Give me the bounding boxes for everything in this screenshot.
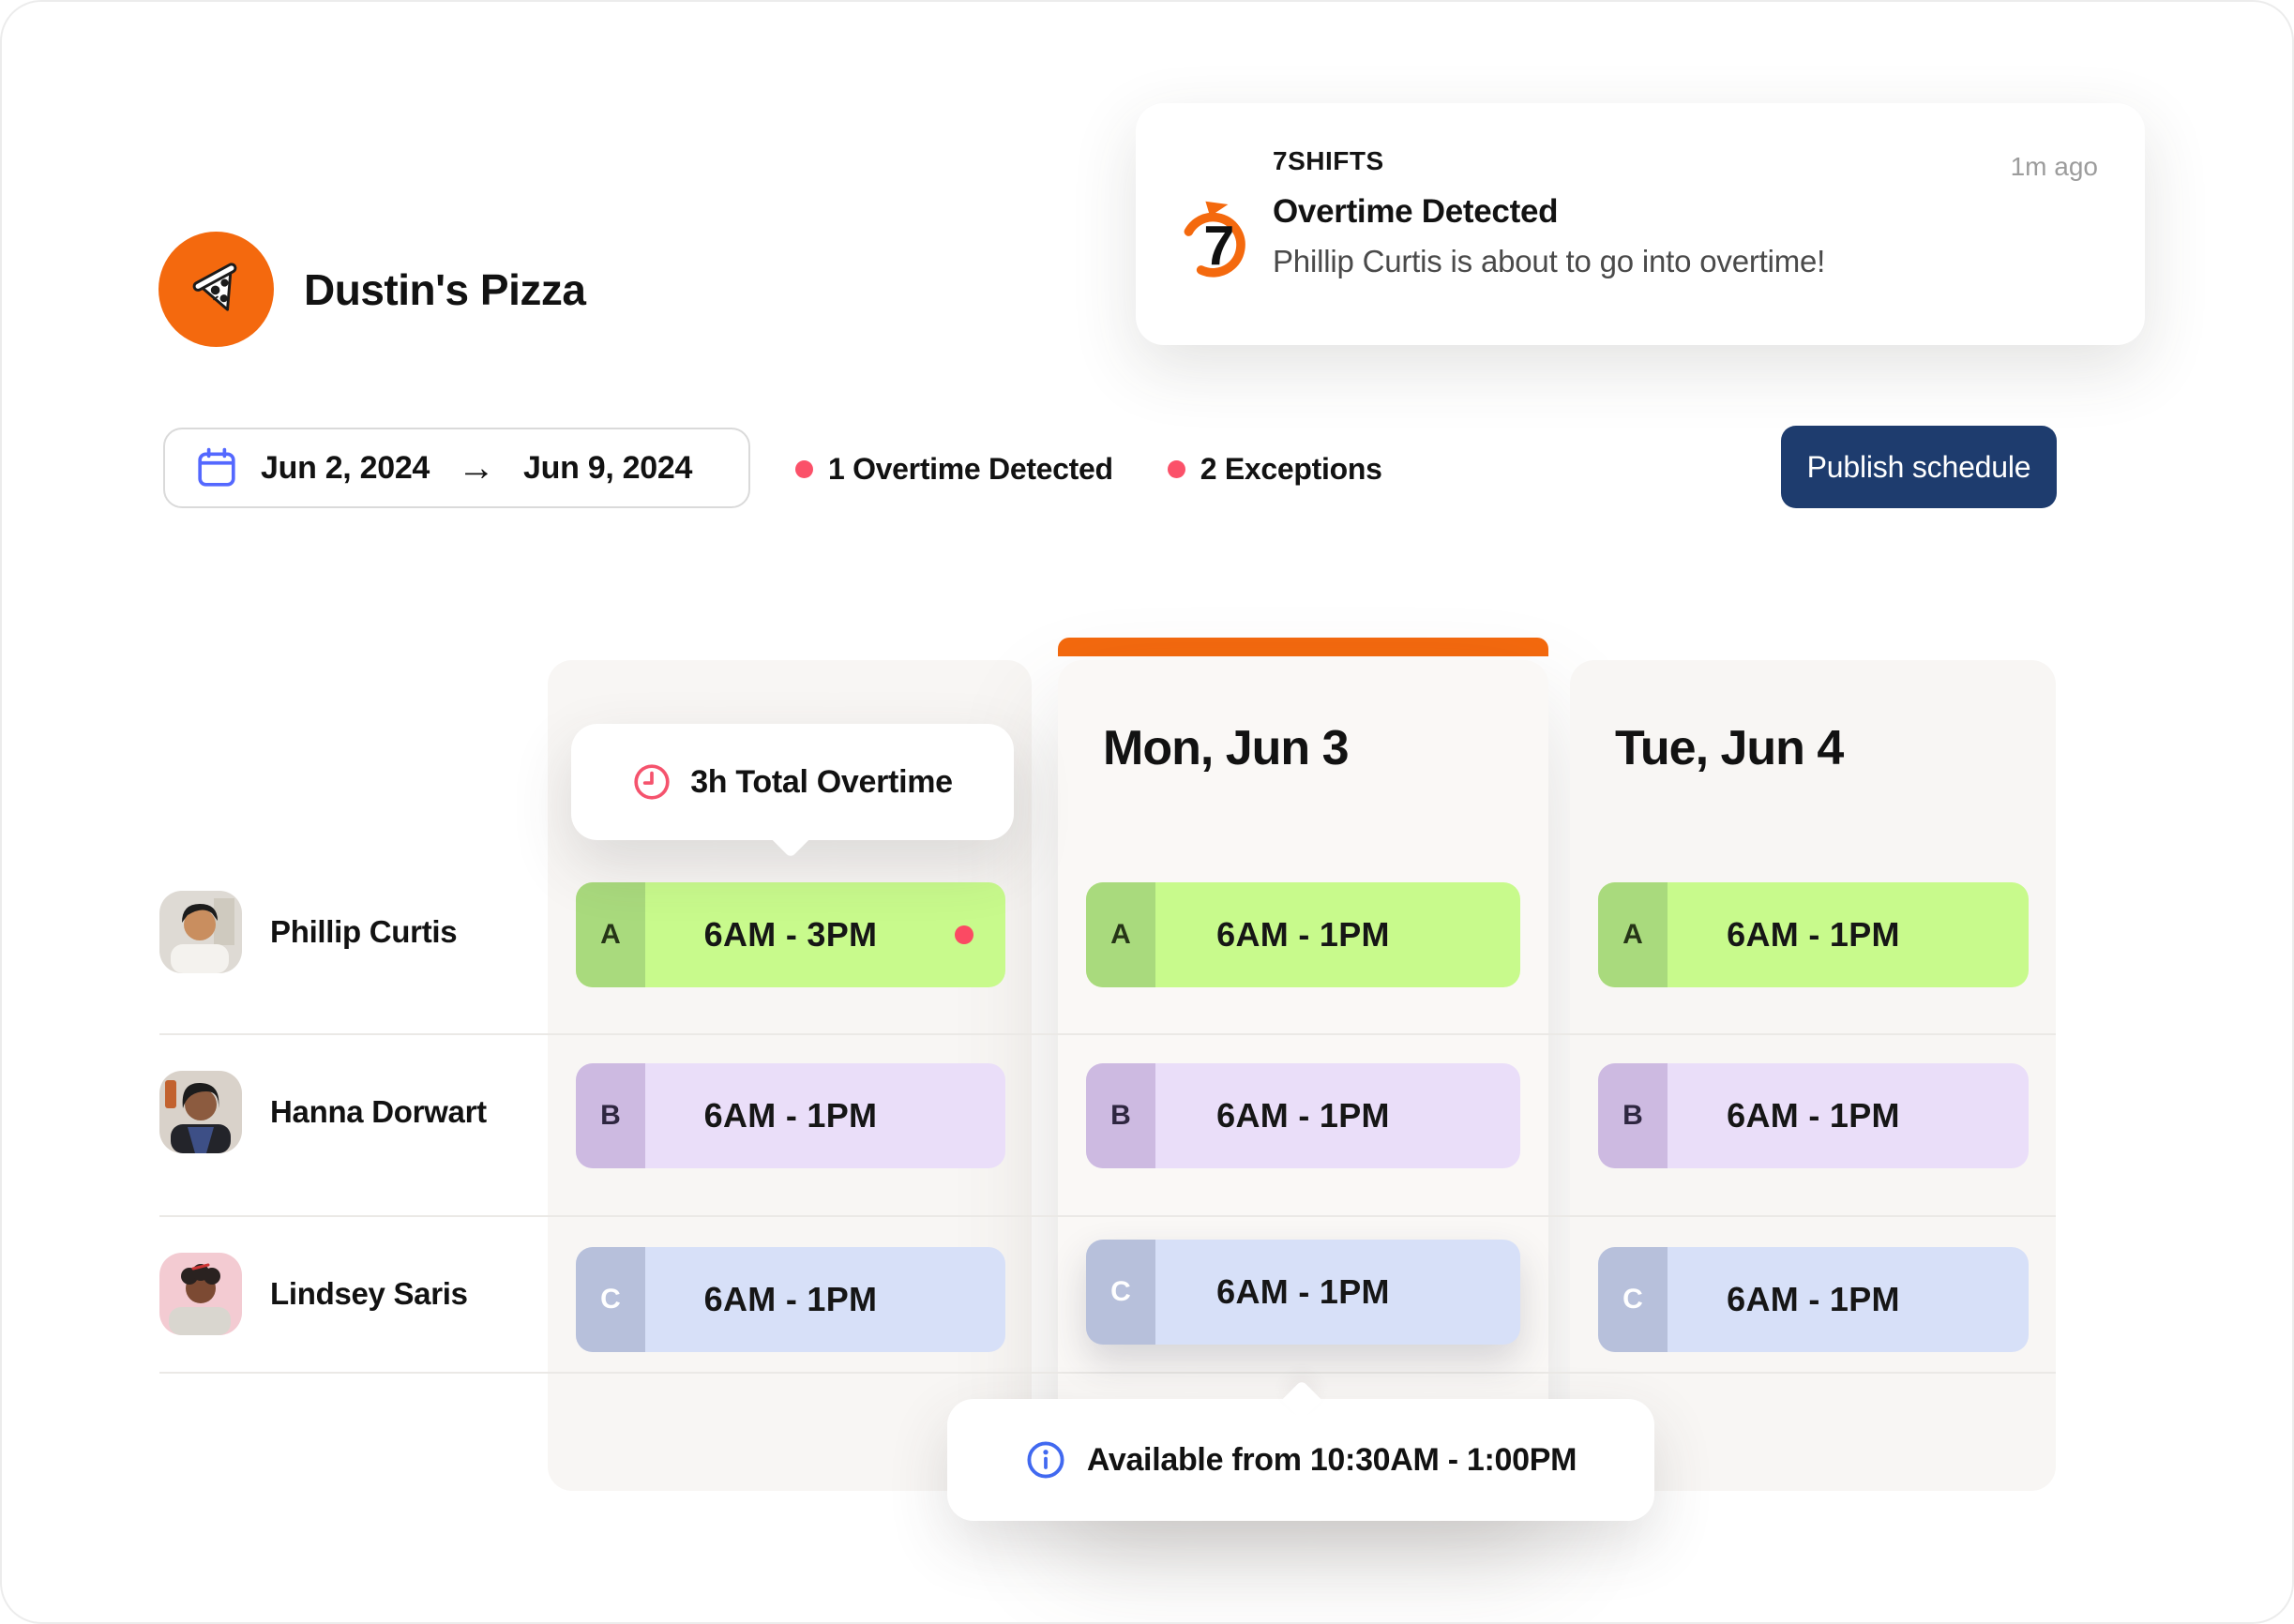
day-header-monday: Mon, Jun 3: [1103, 720, 1349, 776]
shift-tag: B: [1086, 1063, 1155, 1168]
avatar-hanna-dorwart: [159, 1071, 242, 1153]
pizza-icon: [182, 255, 251, 324]
overtime-dot: [955, 925, 973, 944]
info-icon: [1025, 1439, 1066, 1481]
shift-time: 6AM - 1PM: [1727, 915, 1900, 955]
availability-tooltip: Available from 10:30AM - 1:00PM: [947, 1399, 1654, 1521]
day-header-tuesday: Tue, Jun 4: [1615, 720, 1843, 776]
publish-schedule-button[interactable]: Publish schedule: [1781, 426, 2057, 508]
exceptions-status-dot: [1168, 460, 1185, 478]
shift-tag: A: [1598, 882, 1668, 987]
restaurant-logo: [158, 232, 274, 347]
shift-time: 6AM - 1PM: [1216, 915, 1390, 955]
employee-name: Lindsey Saris: [270, 1273, 468, 1315]
shift-time: 6AM - 1PM: [704, 1280, 878, 1319]
overtime-tooltip: 3h Total Overtime: [571, 724, 1014, 840]
avatar-lindsey-saris: [159, 1253, 242, 1335]
date-range-start: Jun 2, 2024: [261, 450, 430, 487]
notification-timestamp: 1m ago: [2011, 152, 2098, 182]
row-divider: [159, 1215, 2056, 1217]
shift-chip[interactable]: C 6AM - 1PM: [1598, 1247, 2029, 1352]
overtime-legend-item[interactable]: 1 Overtime Detected: [795, 452, 1113, 487]
availability-tooltip-text: Available from 10:30AM - 1:00PM: [1087, 1442, 1577, 1479]
overtime-tooltip-text: 3h Total Overtime: [690, 764, 953, 801]
shift-time: 6AM - 1PM: [1727, 1096, 1900, 1135]
shift-tag: A: [576, 882, 645, 987]
shift-tag: C: [1598, 1247, 1668, 1352]
notification-title: Overtime Detected: [1273, 193, 1967, 231]
date-range-picker[interactable]: Jun 2, 2024 → Jun 9, 2024: [163, 428, 750, 508]
shift-time: 6AM - 1PM: [1216, 1096, 1390, 1135]
shift-chip[interactable]: A 6AM - 1PM: [1598, 882, 2029, 987]
shift-chip[interactable]: B 6AM - 1PM: [1086, 1063, 1520, 1168]
shift-time: 6AM - 1PM: [704, 1096, 878, 1135]
notification-message: Phillip Curtis is about to go into overt…: [1273, 244, 1967, 279]
calendar-icon: [197, 447, 236, 489]
employee-name: Hanna Dorwart: [270, 1091, 487, 1133]
shift-time: 6AM - 1PM: [1216, 1272, 1390, 1312]
employee-name: Phillip Curtis: [270, 911, 457, 953]
row-divider: [159, 1372, 2056, 1374]
7shifts-stopwatch-icon: 7: [1177, 191, 1252, 285]
notification-card[interactable]: 7 7SHIFTS Overtime Detected Phillip Curt…: [1136, 103, 2145, 345]
selected-day-indicator-bar: [1058, 638, 1548, 656]
shift-chip[interactable]: B 6AM - 1PM: [576, 1063, 1005, 1168]
avatar-phillip-curtis: [159, 891, 242, 973]
exceptions-legend-item[interactable]: 2 Exceptions: [1168, 452, 1382, 487]
overtime-status-dot: [795, 460, 813, 478]
shift-chip[interactable]: A 6AM - 1PM: [1086, 882, 1520, 987]
notification-app-name: 7SHIFTS: [1273, 146, 1967, 176]
shift-tag: B: [1598, 1063, 1668, 1168]
exceptions-legend-label: 2 Exceptions: [1200, 452, 1382, 487]
shift-time: 6AM - 3PM: [704, 915, 878, 955]
shift-chip[interactable]: C 6AM - 1PM: [1086, 1240, 1520, 1345]
shift-chip[interactable]: C 6AM - 1PM: [576, 1247, 1005, 1352]
status-legend: 1 Overtime Detected 2 Exceptions: [795, 450, 1382, 488]
shift-chip[interactable]: B 6AM - 1PM: [1598, 1063, 2029, 1168]
row-divider: [159, 1033, 2056, 1035]
date-range-end: Jun 9, 2024: [523, 450, 692, 487]
clock-icon: [632, 762, 672, 802]
page-title: Dustin's Pizza: [304, 261, 585, 319]
shift-tag: B: [576, 1063, 645, 1168]
shift-tag: C: [576, 1247, 645, 1352]
app-window: Dustin's Pizza 7 7SHIFTS Overtime Detect…: [0, 0, 2294, 1624]
shift-time: 6AM - 1PM: [1727, 1280, 1900, 1319]
svg-text:7: 7: [1203, 214, 1234, 277]
shift-chip[interactable]: A 6AM - 3PM: [576, 882, 1005, 987]
shift-tag: A: [1086, 882, 1155, 987]
shift-tag: C: [1086, 1240, 1155, 1345]
overtime-legend-label: 1 Overtime Detected: [828, 452, 1113, 487]
